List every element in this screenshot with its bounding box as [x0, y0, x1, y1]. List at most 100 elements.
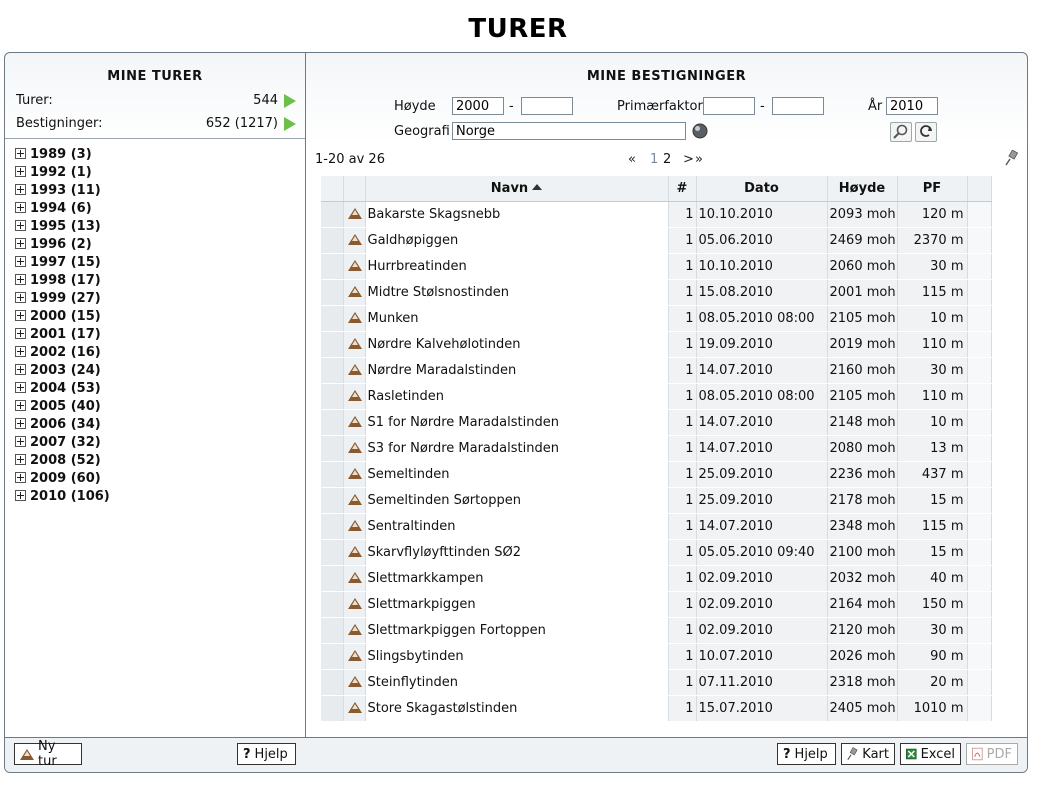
header-date[interactable]: Dato — [696, 176, 828, 202]
year-node[interactable]: 2008 (52) — [15, 452, 295, 470]
refresh-icon[interactable] — [915, 122, 937, 142]
cell-name[interactable]: Rasletinden — [365, 383, 669, 410]
row-select[interactable] — [321, 695, 344, 722]
table-row[interactable]: Midtre Stølsnostinden 1 15.08.2010 2001 moh… — [321, 279, 992, 306]
table-row[interactable]: Nørdre Kalvehølotinden 1 19.09.2010 2019 mo… — [321, 331, 992, 358]
year-node[interactable]: 2001 (17) — [15, 326, 295, 344]
cell-name[interactable]: Sentraltinden — [365, 513, 669, 540]
expand-icon[interactable] — [15, 256, 26, 267]
header-height[interactable]: Høyde — [827, 176, 898, 202]
cell-name[interactable]: Midtre Stølsnostinden — [365, 279, 669, 306]
prominence-to-input[interactable] — [772, 97, 824, 115]
globe-icon[interactable] — [691, 122, 711, 140]
table-row[interactable]: Nørdre Maradalstinden 1 14.07.2010 2160 moh… — [321, 357, 992, 384]
cell-name[interactable]: Nørdre Maradalstinden — [365, 357, 669, 384]
year-node[interactable]: 1989 (3) — [15, 146, 295, 164]
header-pf[interactable]: PF — [897, 176, 968, 202]
row-select[interactable] — [321, 435, 344, 462]
height-to-input[interactable] — [521, 97, 573, 115]
table-row[interactable]: S1 for Nørdre Maradalstinden 1 14.07.2010 2… — [321, 409, 992, 436]
year-node[interactable]: 1993 (11) — [15, 182, 295, 200]
cell-name[interactable]: Skarvflyløyfttinden SØ2 — [365, 539, 669, 566]
row-select[interactable] — [321, 279, 344, 306]
expand-icon[interactable] — [15, 184, 26, 195]
table-row[interactable]: Semeltinden 1 25.09.2010 2236 moh 437 m — [321, 461, 992, 488]
map-button[interactable]: Kart — [841, 743, 895, 765]
height-from-input[interactable] — [452, 97, 504, 115]
cell-name[interactable]: Bakarste Skagsnebb — [365, 201, 669, 228]
table-row[interactable]: Store Skagastølstinden 1 15.07.2010 2405 mo… — [321, 695, 992, 722]
header-name[interactable]: Navn — [365, 176, 669, 202]
table-row[interactable]: Munken 1 08.05.2010 08:00 2105 moh 10 m — [321, 305, 992, 332]
table-row[interactable]: Bakarste Skagsnebb 1 10.10.2010 2093 moh 120… — [321, 201, 992, 228]
cell-name[interactable]: Store Skagastølstinden — [365, 695, 669, 722]
cell-name[interactable]: Slingsbytinden — [365, 643, 669, 670]
year-node[interactable]: 2003 (24) — [15, 362, 295, 380]
expand-icon[interactable] — [15, 238, 26, 249]
expand-icon[interactable] — [15, 346, 26, 357]
pdf-button[interactable]: PDF — [966, 743, 1018, 765]
year-node[interactable]: 2006 (34) — [15, 416, 295, 434]
pager-page-1[interactable]: 1 — [650, 152, 658, 167]
expand-icon[interactable] — [15, 202, 26, 213]
row-select[interactable] — [321, 461, 344, 488]
expand-icon[interactable] — [15, 418, 26, 429]
row-select[interactable] — [321, 669, 344, 696]
expand-icon[interactable] — [15, 310, 26, 321]
year-node[interactable]: 1999 (27) — [15, 290, 295, 308]
row-select[interactable] — [321, 487, 344, 514]
cell-name[interactable]: Hurrbreatinden — [365, 253, 669, 280]
cell-name[interactable]: Semeltinden — [365, 461, 669, 488]
year-input[interactable] — [886, 97, 938, 115]
year-node[interactable]: 1998 (17) — [15, 272, 295, 290]
prominence-from-input[interactable] — [703, 97, 755, 115]
right-help-button[interactable]: ? Hjelp — [777, 743, 836, 765]
expand-icon[interactable] — [15, 148, 26, 159]
table-row[interactable]: Galdhøpiggen 1 05.06.2010 2469 moh 2370 m — [321, 227, 992, 254]
expand-icon[interactable] — [15, 490, 26, 501]
expand-icon[interactable] — [15, 274, 26, 285]
new-trip-button[interactable]: Ny tur — [14, 739, 82, 769]
row-select[interactable] — [321, 513, 344, 540]
year-node[interactable]: 2009 (60) — [15, 470, 295, 488]
year-node[interactable]: 1992 (1) — [15, 164, 295, 182]
pager-last[interactable]: » — [695, 152, 703, 167]
play-icon[interactable] — [284, 94, 296, 108]
expand-icon[interactable] — [15, 436, 26, 447]
row-select[interactable] — [321, 617, 344, 644]
cell-name[interactable]: Slettmarkkampen — [365, 565, 669, 592]
pager-first[interactable]: « — [628, 152, 636, 167]
row-select[interactable] — [321, 409, 344, 436]
expand-icon[interactable] — [15, 220, 26, 231]
table-row[interactable]: Semeltinden Sørtoppen 1 25.09.2010 2178 moh… — [321, 487, 992, 514]
expand-icon[interactable] — [15, 328, 26, 339]
row-select[interactable] — [321, 305, 344, 332]
row-select[interactable] — [321, 357, 344, 384]
row-select[interactable] — [321, 331, 344, 358]
table-row[interactable]: S3 for Nørdre Maradalstinden 1 14.07.2010 2… — [321, 435, 992, 462]
play-icon[interactable] — [284, 117, 296, 131]
table-row[interactable]: Slettmarkkampen 1 02.09.2010 2032 moh 40 m — [321, 565, 992, 592]
expand-icon[interactable] — [15, 454, 26, 465]
row-select[interactable] — [321, 565, 344, 592]
cell-name[interactable]: Nørdre Kalvehølotinden — [365, 331, 669, 358]
year-node[interactable]: 2002 (16) — [15, 344, 295, 362]
expand-icon[interactable] — [15, 364, 26, 375]
year-node[interactable]: 1996 (2) — [15, 236, 295, 254]
table-row[interactable]: Steinflytinden 1 07.11.2010 2318 moh 20 m — [321, 669, 992, 696]
row-select[interactable] — [321, 539, 344, 566]
table-row[interactable]: Rasletinden 1 08.05.2010 08:00 2105 moh 110 … — [321, 383, 992, 410]
year-node[interactable]: 2010 (106) — [15, 488, 295, 506]
table-row[interactable]: Slettmarkpiggen Fortoppen 1 02.09.2010 2120… — [321, 617, 992, 644]
left-help-button[interactable]: ? Hjelp — [237, 743, 296, 765]
expand-icon[interactable] — [15, 382, 26, 393]
table-row[interactable]: Skarvflyløyfttinden SØ2 1 05.05.2010 09:40… — [321, 539, 992, 566]
year-node[interactable]: 1997 (15) — [15, 254, 295, 272]
cell-name[interactable]: Slettmarkpiggen — [365, 591, 669, 618]
table-row[interactable]: Hurrbreatinden 1 10.10.2010 2060 moh 30 m — [321, 253, 992, 280]
pager-page-2[interactable]: 2 — [663, 152, 671, 167]
cell-name[interactable]: Slettmarkpiggen Fortoppen — [365, 617, 669, 644]
table-row[interactable]: Slingsbytinden 1 10.07.2010 2026 moh 90 m — [321, 643, 992, 670]
expand-icon[interactable] — [15, 292, 26, 303]
year-node[interactable]: 2000 (15) — [15, 308, 295, 326]
